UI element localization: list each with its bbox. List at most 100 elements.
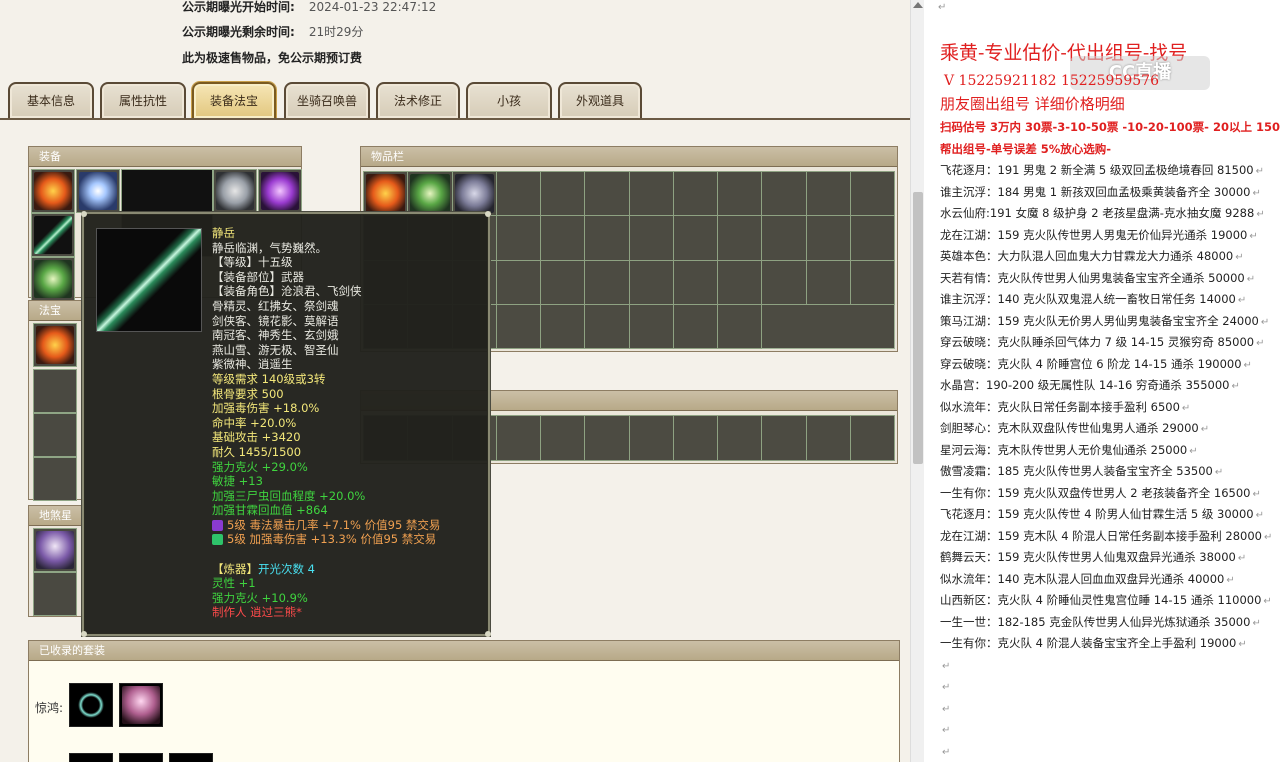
- game-trade-page: 公示期曝光开始时间: 2024-01-23 22:47:12 公示期曝光剩余时间:…: [0, 0, 910, 762]
- girl-figure-icon: [36, 531, 74, 569]
- tab-spells[interactable]: 法术修正: [376, 82, 460, 118]
- inventory-cell[interactable]: [407, 170, 453, 217]
- inventory-cell[interactable]: [805, 170, 851, 217]
- notice-remain-value: 21时29分: [308, 25, 364, 39]
- green-gem-icon: [212, 534, 223, 546]
- paragraph-mark-icon: ↵: [1189, 445, 1198, 457]
- inventory-cell[interactable]: [716, 259, 763, 305]
- fire-fabao-icon: [36, 326, 74, 364]
- inventory-cell[interactable]: [495, 303, 542, 350]
- set-item-1[interactable]: [69, 683, 113, 727]
- inventory-cell[interactable]: [495, 215, 542, 261]
- inventory-cell[interactable]: [539, 259, 586, 305]
- inventory-cell[interactable]: [539, 303, 586, 350]
- tab-mounts-pets[interactable]: 坐骑召唤兽: [284, 82, 370, 118]
- scroll-up-arrow-icon[interactable]: [913, 2, 923, 8]
- inventory-cell[interactable]: [672, 259, 719, 305]
- tab-children[interactable]: 小孩: [466, 82, 552, 118]
- inventory-cell[interactable]: [761, 215, 807, 261]
- paragraph-mark-icon: ↵: [1237, 553, 1247, 564]
- inventory-cell[interactable]: [628, 259, 674, 305]
- inventory-cell[interactable]: [672, 170, 719, 217]
- inventory-cell[interactable]: [761, 170, 807, 217]
- tab-equipment[interactable]: 装备法宝: [192, 82, 276, 118]
- tab-attributes[interactable]: 属性抗性: [100, 82, 186, 118]
- storage-cell[interactable]: [495, 415, 542, 461]
- notice-remain-label: 公示期曝光剩余时间:: [182, 25, 295, 39]
- inventory-cell[interactable]: [805, 215, 851, 261]
- fabao-panel: 法宝: [28, 300, 82, 501]
- equip-slot-5[interactable]: [31, 257, 75, 301]
- fabao-panel-title: 法宝: [29, 301, 81, 321]
- fabao-slot-1[interactable]: [33, 323, 77, 367]
- paragraph-mark-icon: ↵: [942, 682, 951, 693]
- paragraph-mark-icon: ↵: [1255, 510, 1264, 521]
- listing-row: 一生有你：159 克火队双盘传世男人 2 老孩装备齐全 16500 ↵: [940, 483, 1280, 505]
- equip-slot-1[interactable]: [31, 169, 75, 213]
- fabao-slot-4[interactable]: [33, 457, 77, 501]
- inventory-cell[interactable]: [584, 259, 630, 305]
- inventory-cell[interactable]: [849, 215, 896, 261]
- listing-row: 山西新区：克火队 4 阶睡仙灵性鬼宫位睡 14-15 通杀 110000 ↵: [940, 590, 1280, 612]
- equip-slot-4[interactable]: [258, 169, 302, 213]
- inventory-cell[interactable]: [495, 170, 542, 217]
- inventory-cell[interactable]: [495, 259, 542, 305]
- inventory-cell[interactable]: [761, 259, 807, 305]
- inventory-cell[interactable]: [716, 215, 763, 261]
- paragraph-mark-icon: ↵: [1200, 424, 1210, 435]
- listing-text: 星河云海：克木队传世男人无价鬼仙通杀 25000: [940, 442, 1188, 457]
- set-item-3[interactable]: [69, 753, 113, 762]
- inventory-cell[interactable]: [539, 170, 586, 217]
- listing-row: 龙在江湖：159 克火队传世男人男鬼无价仙异光通杀 19000 ↵: [940, 225, 1280, 247]
- scrollbar-thumb[interactable]: [913, 192, 923, 464]
- inventory-cell[interactable]: [672, 215, 719, 261]
- inventory-cell[interactable]: [849, 259, 896, 305]
- listing-text: 穿云破晓：克火队 4 阶睡宫位 6 阶龙 14-15 通杀 190000: [940, 356, 1242, 371]
- equip-slot-weapon[interactable]: [31, 213, 75, 257]
- equip-slot-3[interactable]: [213, 169, 257, 213]
- item-bonus: 加强三尸虫回血程度 +20.0%: [212, 488, 366, 503]
- dishaxing-slot-2[interactable]: [33, 572, 77, 616]
- inventory-cell[interactable]: [849, 170, 896, 217]
- storage-cell[interactable]: [628, 415, 674, 461]
- inventory-cell[interactable]: [672, 303, 719, 350]
- tab-appearance[interactable]: 外观道具: [558, 82, 642, 118]
- listing-row: 星河云海：克木队传世男人无价鬼仙通杀 25000 ↵: [940, 440, 1280, 462]
- storage-cell[interactable]: [539, 415, 586, 461]
- dishaxing-slot-1[interactable]: [33, 528, 77, 572]
- listing-text: 似水流年：140 克木队混人回血血双盘异光通杀 40000: [940, 571, 1225, 586]
- inventory-cell[interactable]: [628, 215, 674, 261]
- inventory-cell[interactable]: [584, 215, 630, 261]
- inventory-cell[interactable]: [539, 215, 586, 261]
- inventory-cell[interactable]: [716, 303, 763, 350]
- equip-slot-2[interactable]: [76, 169, 120, 213]
- inventory-cell[interactable]: [362, 170, 409, 217]
- tab-basic-info[interactable]: 基本信息: [8, 82, 94, 118]
- inventory-cell[interactable]: [584, 170, 630, 217]
- inventory-cell[interactable]: [628, 170, 674, 217]
- inventory-cell[interactable]: [805, 259, 851, 305]
- inventory-cell[interactable]: [628, 303, 674, 350]
- inventory-cell[interactable]: [451, 170, 497, 217]
- set-item-5[interactable]: [169, 753, 213, 762]
- fabao-slot-3[interactable]: [33, 413, 77, 457]
- set-item-2[interactable]: [119, 683, 163, 727]
- storage-cell[interactable]: [672, 415, 719, 461]
- listing-text: 水晶宫：190-200 级无属性队 14-16 穷奇通杀 355000: [940, 378, 1230, 392]
- paragraph-mark-icon: ↵: [1249, 230, 1258, 242]
- set-item-4[interactable]: [119, 753, 163, 762]
- storage-cell[interactable]: [849, 415, 896, 461]
- fabao-slot-2[interactable]: [33, 369, 77, 413]
- storage-cell[interactable]: [761, 415, 807, 461]
- ring-icon: [72, 686, 110, 724]
- maker-line: 制作人 逍过三熊*: [212, 605, 302, 620]
- gem-text: 5级 毒法暴击几率 +7.1% 价值95 禁交易: [227, 517, 441, 532]
- storage-cell[interactable]: [805, 415, 851, 461]
- inventory-cell[interactable]: [584, 303, 630, 350]
- page-scrollbar[interactable]: [910, 0, 924, 762]
- doc-subtitle: 朋友圈出组号 详细价格明细: [940, 95, 1125, 113]
- inventory-cell[interactable]: [716, 170, 763, 217]
- storage-cell[interactable]: [716, 415, 763, 461]
- listing-row: 鹤舞云天：159 克火队传世男人仙鬼双盘异光通杀 38000 ↵: [940, 547, 1280, 569]
- storage-cell[interactable]: [584, 415, 630, 461]
